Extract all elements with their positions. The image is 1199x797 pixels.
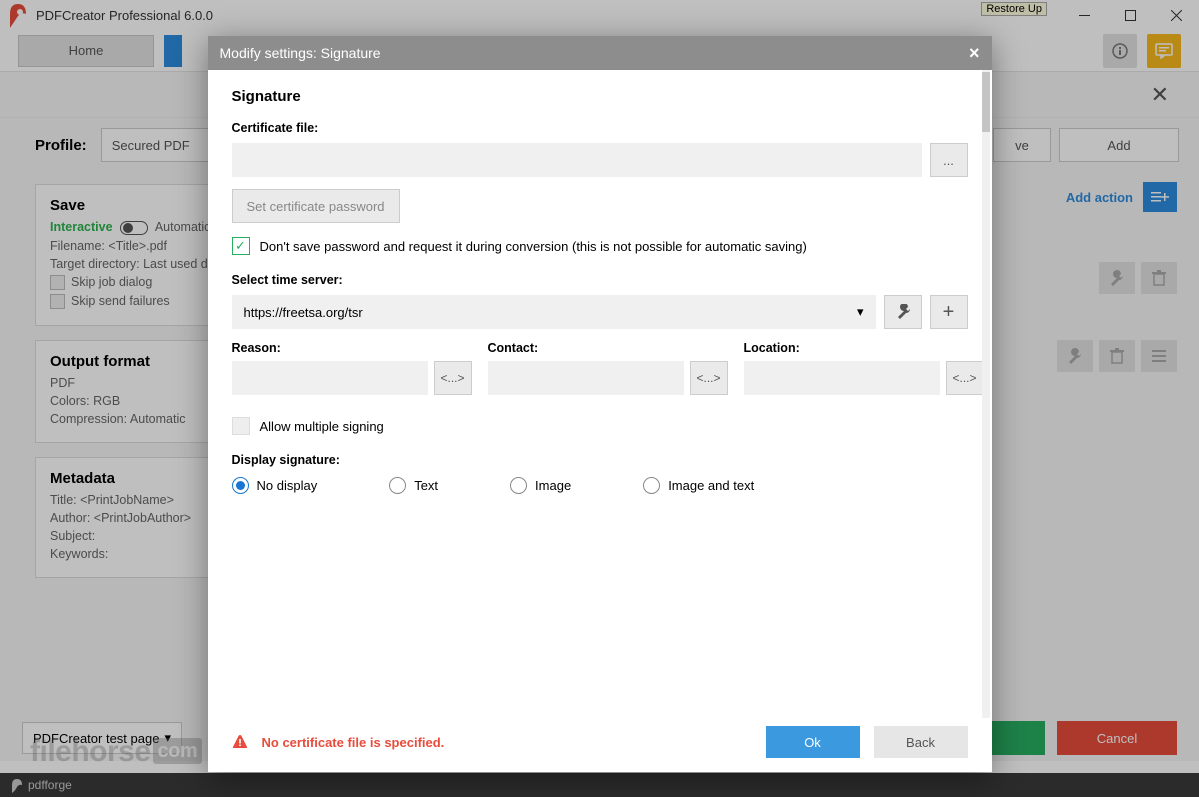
scrollbar-track[interactable] [982,70,990,718]
ok-button[interactable]: Ok [766,726,860,758]
configure-server-button[interactable] [884,295,922,329]
time-server-label: Select time server: [232,273,968,287]
radio-image[interactable]: Image [510,477,571,494]
dont-save-checkbox[interactable]: ✓ [232,237,250,255]
contact-label: Contact: [488,341,728,355]
contact-token-button[interactable]: <...> [690,361,728,395]
reason-input[interactable] [232,361,428,395]
radio-no-display[interactable]: No display [232,477,318,494]
radio-image-text[interactable]: Image and text [643,477,754,494]
reason-label: Reason: [232,341,472,355]
location-input[interactable] [744,361,940,395]
modal-header: Modify settings: Signature × [208,36,992,70]
time-server-select[interactable]: https://freetsa.org/tsr ▾ [232,295,876,329]
radio-text[interactable]: Text [389,477,438,494]
contact-input[interactable] [488,361,684,395]
set-password-button[interactable]: Set certificate password [232,189,400,223]
scrollbar-thumb[interactable] [982,72,990,132]
error-text: No certificate file is specified. [262,735,752,750]
chevron-down-icon: ▾ [857,304,864,320]
back-button[interactable]: Back [874,726,968,758]
dont-save-label: Don't save password and request it durin… [260,239,807,254]
add-server-button[interactable]: + [930,295,968,329]
cert-file-input[interactable] [232,143,922,177]
modal-close-icon[interactable]: × [969,43,980,64]
signature-modal: Modify settings: Signature × Signature C… [208,36,992,772]
browse-button[interactable]: ... [930,143,968,177]
allow-multi-checkbox[interactable] [232,417,250,435]
display-sig-label: Display signature: [232,453,968,467]
allow-multi-label: Allow multiple signing [260,419,384,434]
reason-token-button[interactable]: <...> [434,361,472,395]
modal-footer: No certificate file is specified. Ok Bac… [208,718,992,772]
modal-title: Modify settings: Signature [220,45,381,61]
modal-body: Signature Certificate file: ... Set cert… [208,70,992,718]
modal-backdrop: Modify settings: Signature × Signature C… [0,0,1199,797]
section-title: Signature [232,88,968,105]
location-label: Location: [744,341,984,355]
error-icon [232,734,248,750]
cert-file-label: Certificate file: [232,121,968,135]
location-token-button[interactable]: <...> [946,361,984,395]
